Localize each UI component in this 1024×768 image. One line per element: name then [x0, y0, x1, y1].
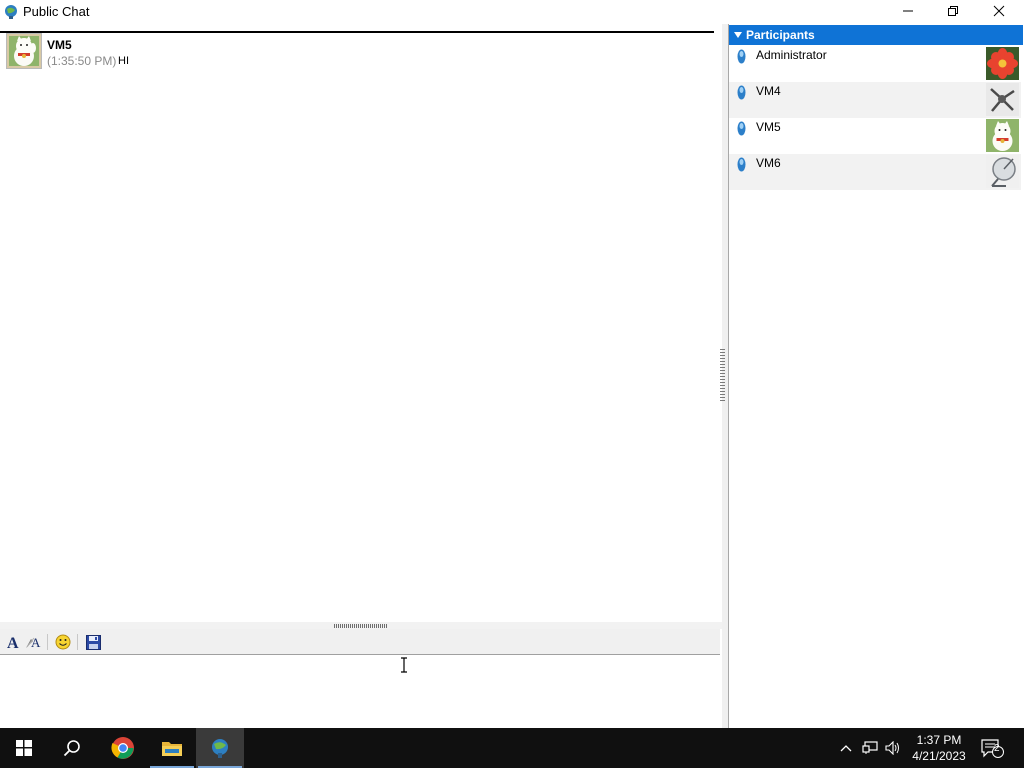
- message-input[interactable]: [0, 655, 720, 728]
- chat-app-icon: [212, 739, 228, 758]
- taskbar: 1:37 PM 4/21/2023 2: [0, 728, 1024, 768]
- clock-time: 1:37 PM: [916, 733, 962, 747]
- taskbar-clock[interactable]: 1:37 PM 4/21/2023: [905, 732, 973, 764]
- search-icon: [63, 740, 80, 757]
- chat-app-taskbar-button[interactable]: [196, 728, 244, 768]
- minimize-icon: [903, 10, 913, 12]
- participants-header-label: Participants: [746, 28, 815, 42]
- search-button[interactable]: [48, 728, 96, 768]
- action-center-button[interactable]: 2: [980, 738, 1004, 758]
- lucky-cat-avatar: [986, 119, 1019, 152]
- clock-date: 4/21/2023: [912, 749, 966, 763]
- show-hidden-icons-button[interactable]: [838, 740, 854, 756]
- network-icon: [862, 741, 878, 754]
- participant-name: VM6: [756, 156, 781, 170]
- notification-count: 2: [994, 743, 1000, 754]
- svg-text:A: A: [7, 635, 19, 650]
- font-style-button[interactable]: A: [24, 632, 44, 652]
- user-status-icon: [737, 49, 746, 64]
- speaker-icon: [885, 741, 899, 755]
- close-button[interactable]: [976, 0, 1022, 22]
- close-icon: [993, 5, 1005, 17]
- save-button[interactable]: [83, 632, 103, 652]
- chat-message: VM5 (1:35:50 PM) HI: [6, 33, 706, 69]
- participant-name: VM5: [756, 120, 781, 134]
- restore-icon: [948, 6, 958, 16]
- user-status-icon: [737, 121, 746, 136]
- message-timestamp: (1:35:50 PM): [47, 54, 117, 68]
- toolbar-separator: [47, 634, 48, 650]
- file-explorer-taskbar-button[interactable]: [148, 728, 196, 768]
- user-status-icon: [737, 157, 746, 172]
- collapse-triangle-icon: [734, 32, 742, 38]
- participant-name: VM4: [756, 84, 781, 98]
- notification-icon: [981, 739, 1004, 758]
- vertical-splitter-grip[interactable]: [720, 349, 725, 401]
- restore-button[interactable]: [930, 0, 976, 22]
- message-text: HI: [118, 55, 129, 67]
- flower-avatar: [986, 47, 1019, 80]
- participants-header[interactable]: Participants: [729, 25, 1023, 45]
- participant-item[interactable]: VM6: [729, 154, 1021, 190]
- emoticon-icon: [55, 634, 71, 650]
- volume-button[interactable]: [885, 740, 901, 756]
- chess-piece-avatar: [986, 83, 1019, 116]
- chat-app-icon: [4, 4, 18, 20]
- participants-panel: Participants Administrator VM4 VM5 VM6: [728, 24, 1023, 728]
- network-button[interactable]: [862, 740, 878, 756]
- satellite-dish-avatar: [986, 155, 1019, 188]
- minimize-button[interactable]: [885, 0, 931, 22]
- font-icon: A: [7, 635, 19, 650]
- horizontal-splitter[interactable]: [0, 622, 722, 629]
- text-cursor-icon: [401, 657, 407, 673]
- user-status-icon: [737, 85, 746, 100]
- chrome-taskbar-button[interactable]: [99, 728, 147, 768]
- file-explorer-icon: [162, 742, 182, 756]
- font-style-icon: A: [26, 635, 41, 650]
- svg-text:A: A: [31, 635, 41, 650]
- participant-item[interactable]: Administrator: [729, 46, 1021, 82]
- start-button[interactable]: [0, 728, 48, 768]
- emoticon-button[interactable]: [53, 632, 73, 652]
- window-title: Public Chat: [23, 4, 90, 19]
- toolbar-separator: [77, 634, 78, 650]
- lucky-cat-avatar: [6, 33, 42, 69]
- chat-history[interactable]: VM5 (1:35:50 PM) HI: [0, 24, 722, 622]
- message-sender: VM5: [47, 38, 72, 52]
- participant-item[interactable]: VM4: [729, 82, 1021, 118]
- horizontal-splitter-grip[interactable]: [334, 624, 388, 628]
- start-icon: [16, 740, 32, 756]
- chrome-icon: [111, 737, 134, 759]
- save-icon: [85, 634, 101, 650]
- participant-item[interactable]: VM5: [729, 118, 1021, 154]
- title-bar: Public Chat: [0, 0, 1024, 24]
- participant-name: Administrator: [756, 48, 827, 62]
- chevron-up-icon: [840, 745, 852, 752]
- font-button[interactable]: A: [3, 632, 23, 652]
- formatting-toolbar: A A: [0, 629, 720, 655]
